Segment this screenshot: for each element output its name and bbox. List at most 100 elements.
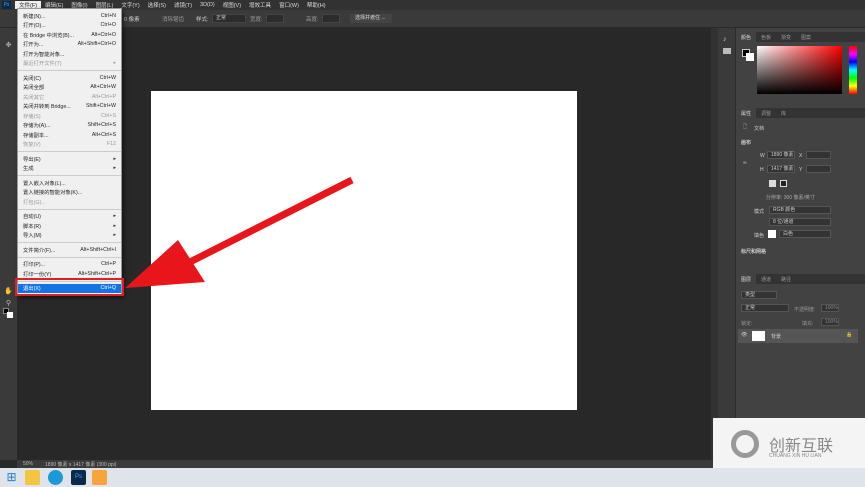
file-menu-item[interactable]: 在 Bridge 中浏览(B)... Alt+Ctrl+O: [18, 30, 121, 40]
lock-label: 锁定:: [741, 321, 753, 327]
height-input[interactable]: 1417 像素: [767, 165, 795, 173]
menu-item-shortcut: Ctrl+W: [99, 74, 116, 81]
file-menu-item[interactable]: 导出(E) ▸: [18, 154, 121, 164]
tab-color[interactable]: 颜色: [736, 32, 757, 42]
submenu-arrow-icon: ▸: [113, 165, 116, 172]
height-label: H: [760, 167, 764, 173]
watermark-pinyin: CHUANG XIN HU LIAN: [769, 453, 822, 459]
windows-start-icon[interactable]: ⊞: [4, 470, 19, 485]
zoom-level[interactable]: 50%: [23, 461, 33, 467]
layers-panel-tabs: 图层 通道 路径: [736, 274, 865, 284]
menu-item-label: 脚本(R): [23, 223, 41, 230]
link-icon[interactable]: ∞: [743, 160, 747, 166]
bit-depth-select[interactable]: 8 位/通道: [769, 218, 831, 226]
file-menu-item[interactable]: 打开为智能对象...: [18, 49, 121, 59]
menu-item-label: 置入嵌入对象(L)...: [23, 180, 66, 187]
mode-select[interactable]: RGB 颜色: [769, 206, 831, 214]
menu-item-shortcut: Alt+Shift+Ctrl+P: [78, 270, 116, 277]
menu-item-shortcut: Shift+Ctrl+S: [87, 122, 116, 129]
file-menu-item[interactable]: 打开为... Alt+Shift+Ctrl+O: [18, 40, 121, 50]
file-menu-item[interactable]: 关闭全部 Alt+Ctrl+W: [18, 83, 121, 93]
tab-layers[interactable]: 图层: [736, 274, 757, 284]
file-menu-item[interactable]: 最近打开文件(T) ▸: [18, 59, 121, 69]
menu-item-label: 最近打开文件(T): [23, 61, 62, 68]
photoshop-taskbar-icon[interactable]: Ps: [71, 470, 86, 485]
fill-color-swatch[interactable]: [768, 230, 776, 238]
file-menu-item[interactable]: 生成 ▸: [18, 164, 121, 174]
blend-mode-select[interactable]: 正常: [741, 304, 789, 312]
file-menu-item[interactable]: 文件简介(F)... Alt+Shift+Ctrl+I: [18, 245, 121, 255]
layer-filter-search[interactable]: 类型: [741, 291, 777, 299]
submenu-arrow-icon: ▸: [113, 155, 116, 162]
menu-separator: [18, 151, 121, 152]
document-icon: 🗋: [743, 124, 748, 130]
menu-item-label: 关闭其它: [23, 94, 45, 101]
menu-item-label: 打开为智能对象...: [23, 51, 65, 58]
landscape-orientation-button[interactable]: [780, 180, 787, 187]
tab-properties[interactable]: 属性: [736, 108, 757, 118]
x-input[interactable]: [806, 151, 831, 159]
file-menu-item[interactable]: 关闭其它 Alt+Ctrl+P: [18, 92, 121, 102]
visibility-eye-icon[interactable]: 👁: [741, 332, 747, 338]
menu-separator: [18, 208, 121, 210]
portrait-orientation-button[interactable]: [769, 180, 776, 187]
menu-item-shortcut: Shift+Ctrl+W: [85, 103, 116, 110]
menu-item-label: 打开为...: [23, 42, 44, 49]
menu-item-shortcut: Alt+Ctrl+W: [90, 84, 116, 91]
properties-panel-tabs: 属性 调整 库: [736, 108, 865, 118]
file-menu-item[interactable]: 脚本(R) ▸: [18, 221, 121, 231]
menu-item-label: 打印(P)...: [23, 262, 46, 269]
watermark-logo: 创新互联 CHUANG XIN HU LIAN: [713, 418, 865, 468]
tab-paths[interactable]: 路径: [776, 274, 796, 284]
file-menu-item[interactable]: 置入嵌入对象(L)...: [18, 178, 121, 188]
tab-gradients[interactable]: 渐变: [776, 32, 796, 42]
menu-item-label: 导入(M): [23, 233, 42, 240]
tab-libraries[interactable]: 库: [776, 108, 791, 118]
rulers-grids-section[interactable]: 标尺和网格: [741, 248, 766, 255]
tab-channels[interactable]: 通道: [756, 274, 776, 284]
y-input[interactable]: [806, 165, 831, 173]
canvas-section[interactable]: 画布: [741, 139, 751, 146]
hue-slider[interactable]: [849, 46, 857, 94]
layer-thumbnail: [752, 331, 765, 341]
file-menu-item[interactable]: 导入(M) ▸: [18, 231, 121, 241]
menu-item-label: 自动(U): [23, 214, 41, 221]
color-picker-field[interactable]: [757, 46, 842, 94]
file-menu-item[interactable]: 打开(O)... Ctrl+O: [18, 21, 121, 31]
color-panel-tabs: 颜色 色板 渐变 图案: [736, 32, 865, 42]
fill-select[interactable]: 白色: [779, 230, 831, 238]
file-menu-item[interactable]: 存储(S) Ctrl+S: [18, 111, 121, 121]
file-menu-item[interactable]: 关闭并转到 Bridge... Shift+Ctrl+W: [18, 102, 121, 112]
file-menu-item[interactable]: 恢复(V) F12: [18, 140, 121, 150]
history-icon[interactable]: ♪: [723, 36, 727, 43]
watermark-emblem: [731, 430, 759, 458]
opacity-input[interactable]: 100%: [821, 304, 839, 312]
comments-icon[interactable]: [723, 48, 731, 54]
menu-item-shortcut: Alt+Ctrl+O: [91, 31, 116, 38]
app-taskbar-icon[interactable]: [92, 470, 107, 485]
width-input[interactable]: 1890 像素: [767, 151, 795, 159]
menu-item-label: 关闭并转到 Bridge...: [23, 104, 71, 111]
file-menu-item[interactable]: 存储为(A)... Shift+Ctrl+S: [18, 121, 121, 131]
background-color-swatch[interactable]: [746, 53, 754, 61]
file-menu-item[interactable]: 自动(U) ▸: [18, 212, 121, 222]
menu-separator: [18, 256, 121, 258]
fill-opacity-input[interactable]: 100%: [821, 318, 839, 326]
tab-swatches[interactable]: 色板: [756, 32, 776, 42]
file-menu-item[interactable]: 打包(G)...: [18, 197, 121, 207]
file-menu-item[interactable]: 置入链接的智能对象(K)...: [18, 188, 121, 198]
file-menu-item[interactable]: 打印(P)... Ctrl+P: [18, 260, 121, 270]
file-explorer-icon[interactable]: [25, 470, 40, 485]
file-menu-item[interactable]: 新建(N)... Ctrl+N: [18, 11, 121, 21]
file-menu-item[interactable]: 关闭(C) Ctrl+W: [18, 73, 121, 83]
submenu-arrow-icon: ▸: [113, 222, 116, 229]
layer-name[interactable]: 背景: [771, 333, 781, 340]
edge-browser-icon[interactable]: [48, 470, 63, 485]
exit-highlight-annotation: [15, 278, 124, 296]
windows-taskbar: ⊞ Ps: [0, 468, 865, 487]
tab-adjustments[interactable]: 调整: [756, 108, 776, 118]
file-menu-item[interactable]: 存储副本... Alt+Ctrl+S: [18, 130, 121, 140]
tab-patterns[interactable]: 图案: [796, 32, 816, 42]
layer-row-background[interactable]: 👁 背景 🔒: [738, 329, 858, 343]
menu-item-label: 存储为(A)...: [23, 123, 51, 130]
